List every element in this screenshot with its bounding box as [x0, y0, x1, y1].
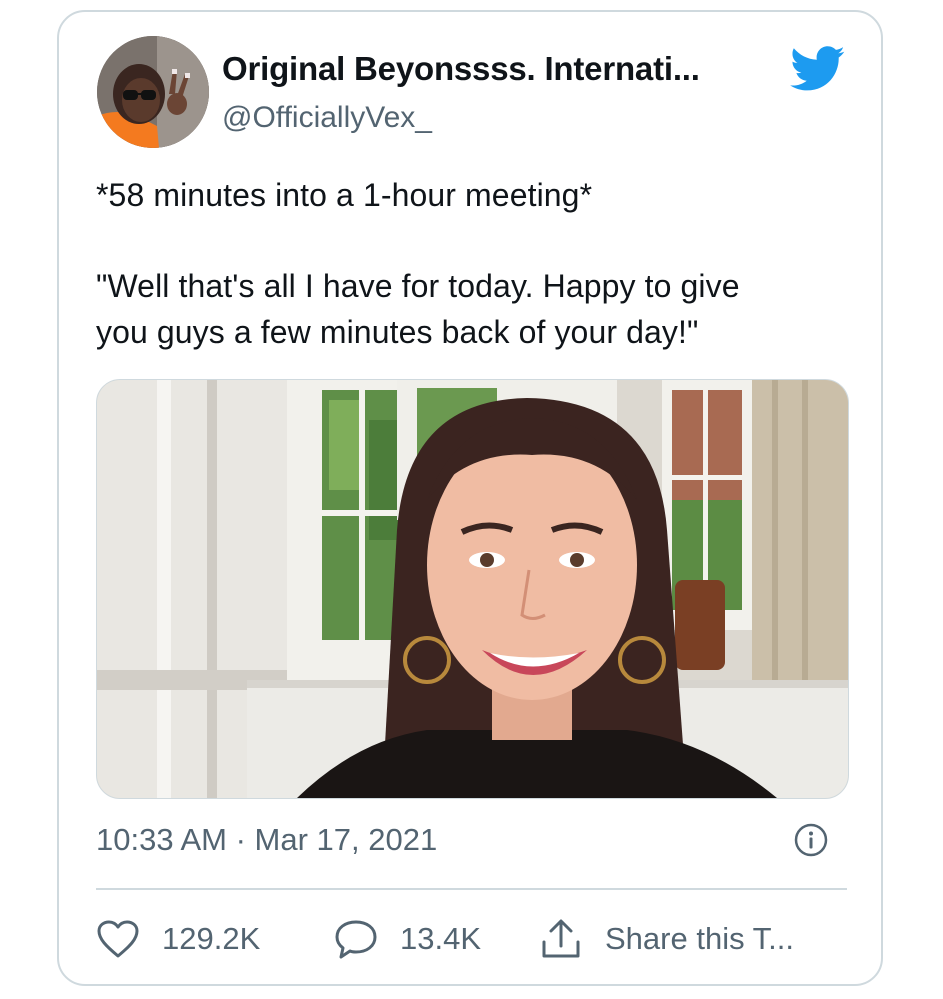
info-icon[interactable] [794, 823, 828, 857]
like-button[interactable]: 129.2K [96, 918, 260, 960]
reply-count: 13.4K [400, 921, 482, 956]
author-handle[interactable]: @OfficiallyVex_ [222, 101, 432, 135]
speech-bubble-icon [334, 918, 378, 960]
reply-button[interactable]: 13.4K [334, 918, 481, 960]
share-button[interactable]: Share this T... [539, 918, 794, 960]
author-name[interactable]: Original Beyonssss. Internati... [222, 50, 700, 88]
author-avatar[interactable] [97, 36, 209, 148]
twitter-bird-icon[interactable] [790, 46, 846, 92]
heart-icon [96, 919, 140, 959]
tweet-card: Original Beyonssss. Internati... @Offici… [57, 10, 883, 986]
share-label: Share this T... [605, 921, 794, 956]
tweet-text-line-2: "Well that's all I have for today. Happy… [96, 268, 740, 304]
tweet-text-line-1: *58 minutes into a 1-hour meeting* [96, 177, 593, 213]
share-upload-icon [539, 918, 583, 960]
tweet-photo[interactable] [96, 379, 849, 799]
tweet-timestamp[interactable]: 10:33 AM · Mar 17, 2021 [96, 822, 437, 858]
tweet-text-line-3: you guys a few minutes back of your day!… [96, 314, 699, 350]
like-count: 129.2K [162, 921, 261, 956]
divider [96, 888, 847, 890]
